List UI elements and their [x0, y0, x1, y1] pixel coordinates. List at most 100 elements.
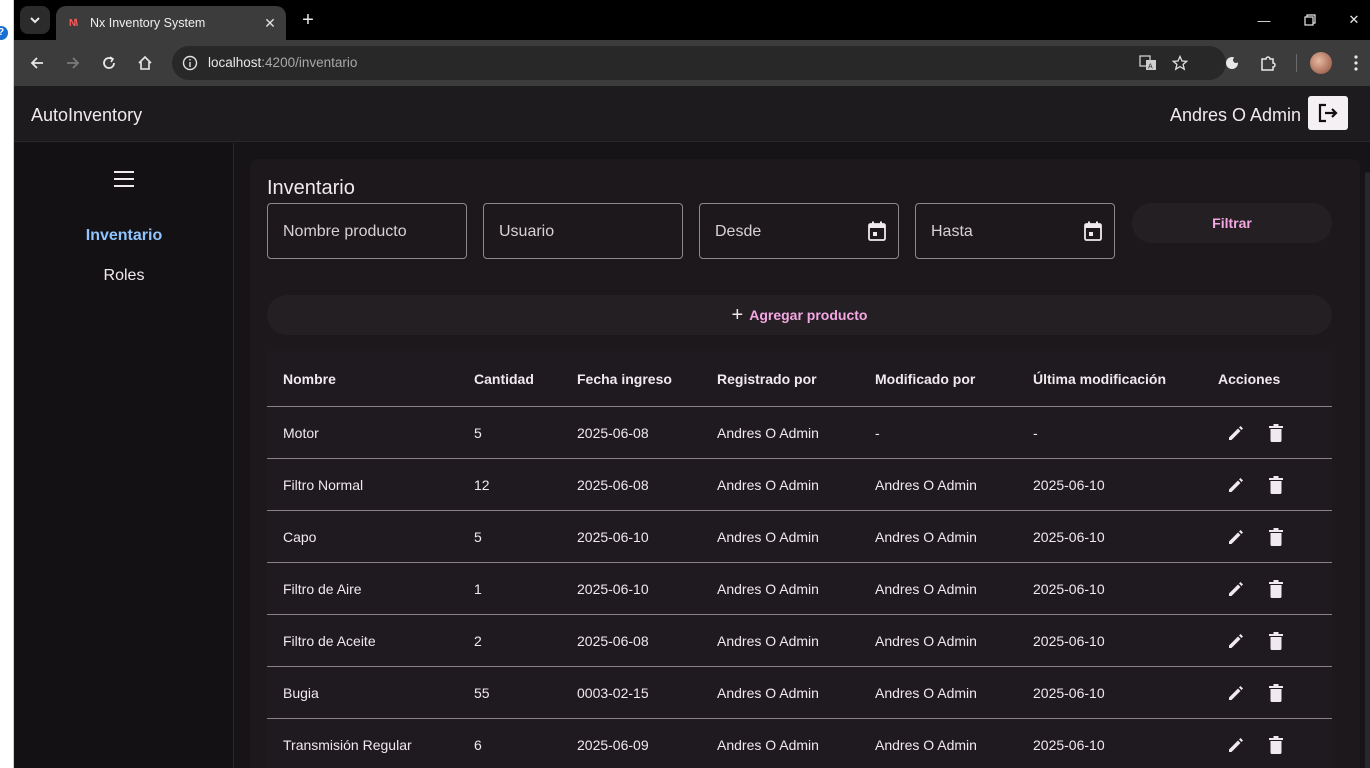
cell-nombre: Capo: [283, 528, 317, 545]
column-header-modificado-por[interactable]: Modificado por: [875, 351, 975, 406]
cell-cantidad: 5: [474, 424, 482, 441]
tab-close-icon[interactable]: ✕: [260, 13, 280, 33]
cell-ultima-modificacion: 2025-06-10: [1033, 528, 1105, 545]
cell-ultima-modificacion: 2025-06-10: [1033, 632, 1105, 649]
cell-nombre: Transmisión Regular: [283, 736, 412, 753]
forward-button[interactable]: [60, 50, 86, 76]
edit-pencil-icon[interactable]: [1225, 734, 1247, 756]
cell-nombre: Filtro de Aceite: [283, 632, 376, 649]
delete-trash-icon[interactable]: [1265, 526, 1287, 548]
cell-cantidad: 5: [474, 528, 482, 545]
add-product-label: Agregar producto: [749, 307, 868, 323]
site-info-icon[interactable]: [180, 53, 200, 73]
cell-fecha-ingreso: 2025-06-10: [577, 528, 649, 545]
cell-fecha-ingreso: 2025-06-09: [577, 736, 649, 753]
profile-avatar[interactable]: [1310, 52, 1332, 74]
extensions-puzzle-icon[interactable]: [1256, 51, 1280, 75]
column-header-cantidad[interactable]: Cantidad: [474, 351, 534, 406]
page-scrollbar[interactable]: [1365, 172, 1370, 768]
minimize-button[interactable]: —: [1252, 8, 1276, 32]
delete-trash-icon[interactable]: [1265, 474, 1287, 496]
calendar-icon[interactable]: [866, 220, 888, 242]
menu-toggle-button[interactable]: [110, 165, 138, 193]
cell-registrado-por: Andres O Admin: [717, 424, 819, 441]
edit-pencil-icon[interactable]: [1225, 578, 1247, 600]
table-body: Motor 5 2025-06-08 Andres O Admin - - Filtro N…: [267, 407, 1332, 768]
date-to-field[interactable]: Hasta: [915, 203, 1115, 259]
cell-ultima-modificacion: 2025-06-10: [1033, 736, 1105, 753]
tab-search-button[interactable]: [20, 6, 50, 34]
home-button[interactable]: [132, 50, 158, 76]
edit-pencil-icon[interactable]: [1225, 474, 1247, 496]
delete-trash-icon[interactable]: [1265, 682, 1287, 704]
edit-pencil-icon[interactable]: [1225, 682, 1247, 704]
edit-pencil-icon[interactable]: [1225, 630, 1247, 652]
browser-window: N\ Nx Inventory System ✕ + — ✕ localhost…: [14, 0, 1370, 768]
table-row: Transmisión Regular 6 2025-06-09 Andres O A…: [267, 719, 1332, 768]
cell-fecha-ingreso: 2025-06-08: [577, 476, 649, 493]
logout-button[interactable]: [1308, 96, 1348, 130]
close-window-button[interactable]: ✕: [1342, 8, 1366, 32]
delete-trash-icon[interactable]: [1265, 630, 1287, 652]
user-field[interactable]: Usuario: [483, 203, 683, 259]
cell-registrado-por: Andres O Admin: [717, 736, 819, 753]
cell-cantidad: 6: [474, 736, 482, 753]
new-tab-button[interactable]: +: [296, 8, 320, 32]
desktop-edge: ?: [0, 0, 14, 768]
date-to-label: Hasta: [931, 223, 973, 240]
inventory-table: Nombre Cantidad Fecha ingreso Registrado…: [267, 351, 1332, 768]
main-content: Inventario Nombre producto Usuario Desde…: [250, 159, 1360, 768]
restore-button[interactable]: [1298, 8, 1322, 32]
page-title: Inventario: [267, 177, 355, 199]
column-header-acciones: Acciones: [1218, 370, 1281, 387]
column-header-ultima-modificacion[interactable]: Última modificación: [1033, 351, 1166, 406]
calendar-icon[interactable]: [1082, 220, 1104, 242]
cell-registrado-por: Andres O Admin: [717, 580, 819, 597]
current-user-name: Andres O Admin: [1170, 105, 1302, 125]
translate-icon[interactable]: A: [1138, 53, 1158, 73]
cell-nombre: Filtro Normal: [283, 476, 364, 493]
filter-button[interactable]: Filtrar: [1132, 203, 1332, 243]
web-page: AutoInventory Andres O Admin Inventario …: [14, 86, 1370, 768]
help-icon: ?: [0, 26, 8, 40]
row-actions: [1225, 719, 1287, 768]
table-row: Capo 5 2025-06-10 Andres O Admin Andres O Ad…: [267, 511, 1332, 563]
cell-cantidad: 12: [474, 476, 490, 493]
cell-modificado-por: Andres O Admin: [875, 528, 977, 545]
cell-ultima-modificacion: 2025-06-10: [1033, 580, 1105, 597]
cell-nombre: Bugia: [283, 684, 319, 701]
sidebar-item-inventario[interactable]: Inventario: [14, 227, 234, 245]
more-menu-icon[interactable]: [1344, 51, 1368, 75]
cell-fecha-ingreso: 2025-06-08: [577, 424, 649, 441]
add-product-button[interactable]: + Agregar producto: [267, 295, 1332, 335]
tab-title: Nx Inventory System: [90, 16, 206, 30]
column-header-fecha-ingreso[interactable]: Fecha ingreso: [577, 351, 672, 406]
date-from-field[interactable]: Desde: [699, 203, 899, 259]
extension-icon[interactable]: [1220, 51, 1244, 75]
cell-ultima-modificacion: -: [1033, 424, 1038, 441]
delete-trash-icon[interactable]: [1265, 422, 1287, 444]
column-header-registrado-por[interactable]: Registrado por: [717, 351, 817, 406]
chevron-down-icon: [30, 17, 40, 24]
arrow-left-icon: [30, 57, 43, 69]
column-header-nombre[interactable]: Nombre: [283, 351, 336, 406]
reload-button[interactable]: [96, 50, 122, 76]
browser-tab[interactable]: N\ Nx Inventory System ✕: [56, 6, 286, 40]
edit-pencil-icon[interactable]: [1225, 526, 1247, 548]
url-path: :4200/inventario: [261, 55, 358, 70]
sidebar-item-roles[interactable]: Roles: [14, 267, 234, 285]
address-bar[interactable]: localhost:4200/inventario A: [172, 46, 1226, 80]
cell-nombre: Motor: [283, 424, 319, 441]
product-name-field[interactable]: Nombre producto: [267, 203, 467, 259]
logout-icon: [1318, 103, 1338, 123]
app-header: AutoInventory Andres O Admin: [14, 86, 1370, 142]
delete-trash-icon[interactable]: [1265, 578, 1287, 600]
cell-fecha-ingreso: 0003-02-15: [577, 684, 649, 701]
bookmark-star-icon[interactable]: [1170, 53, 1190, 73]
url-text: localhost:4200/inventario: [208, 55, 357, 70]
edit-pencil-icon[interactable]: [1225, 422, 1247, 444]
delete-trash-icon[interactable]: [1265, 734, 1287, 756]
plus-icon: +: [731, 304, 744, 326]
row-actions: [1225, 615, 1287, 666]
back-button[interactable]: [24, 50, 50, 76]
